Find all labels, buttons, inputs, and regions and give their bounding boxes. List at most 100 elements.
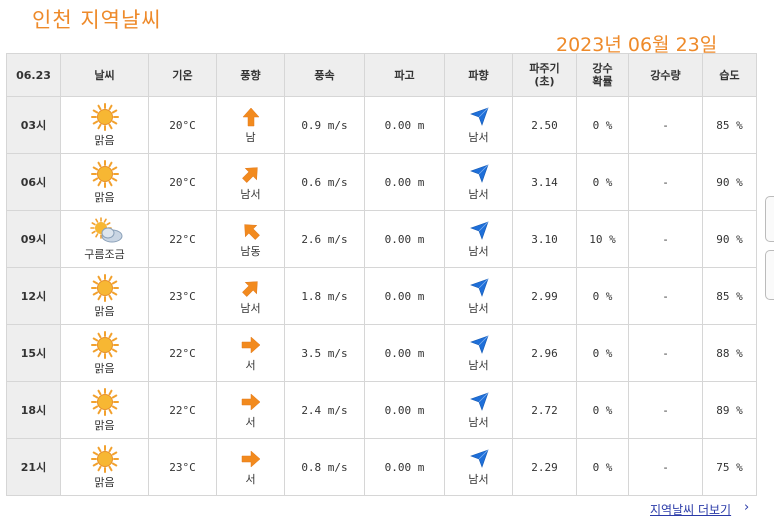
sun-icon	[90, 387, 120, 416]
column-header: 06.23	[6, 53, 61, 97]
sun-icon	[90, 159, 120, 188]
wind-speed-cell: 0.9 m/s	[284, 96, 365, 154]
wind-direction-cell: 남	[216, 96, 285, 154]
temperature-cell: 20°C	[148, 96, 217, 154]
wave-direction-arrow-icon	[468, 277, 490, 299]
more-regional-weather-link[interactable]: 지역날씨 더보기	[650, 501, 731, 518]
wave-direction-label: 남서	[468, 244, 489, 258]
time-cell: 09시	[6, 210, 61, 268]
precip-probability-cell: 0 %	[576, 324, 629, 382]
wave-direction-label: 남서	[468, 358, 489, 372]
humidity-cell: 90 %	[702, 153, 757, 211]
weather-label: 맑음	[94, 361, 115, 375]
humidity-cell: 88 %	[702, 324, 757, 382]
wave-period-cell: 2.99	[512, 267, 577, 325]
wind-direction-cell: 남동	[216, 210, 285, 268]
temperature-cell: 22°C	[148, 381, 217, 439]
wave-direction-cell: 남서	[444, 210, 513, 268]
table-row: 03시 맑음 20°C 남 0.9 m/s 0.00 m 남서 2.50 0 %…	[6, 96, 757, 154]
chevron-right-icon: ›	[744, 500, 750, 515]
wave-direction-label: 남서	[468, 415, 489, 429]
weather-table: 06.23 날씨 기온 풍향 풍속 파고 파향 파주기 (초) 강수 확률 강수량 습도 03시 맑음 …	[6, 53, 757, 496]
wave-height-cell: 0.00 m	[364, 210, 445, 268]
table-body: 03시 맑음 20°C 남 0.9 m/s 0.00 m 남서 2.50 0 %…	[6, 96, 757, 496]
weather-cell: 맑음	[60, 96, 149, 154]
precip-probability-cell: 0 %	[576, 381, 629, 439]
wind-direction-cell: 남서	[216, 153, 285, 211]
wave-period-cell: 3.14	[512, 153, 577, 211]
wave-height-cell: 0.00 m	[364, 438, 445, 496]
side-tab-handle[interactable]	[765, 196, 774, 242]
wind-speed-cell: 2.6 m/s	[284, 210, 365, 268]
wave-direction-cell: 남서	[444, 324, 513, 382]
partly-cloudy-icon	[89, 216, 122, 245]
wind-speed-cell: 1.8 m/s	[284, 267, 365, 325]
column-header: 풍향	[216, 53, 285, 97]
column-header: 기온	[148, 53, 217, 97]
table-row: 18시 맑음 22°C 서 2.4 m/s 0.00 m 남서 2.72 0 %…	[6, 381, 757, 439]
humidity-cell: 85 %	[702, 267, 757, 325]
precip-probability-cell: 0 %	[576, 438, 629, 496]
weather-label: 맑음	[94, 133, 115, 147]
arrow-up-right-icon	[240, 277, 262, 299]
humidity-cell: 89 %	[702, 381, 757, 439]
column-header: 강수량	[628, 53, 703, 97]
wind-speed-cell: 0.8 m/s	[284, 438, 365, 496]
temperature-cell: 20°C	[148, 153, 217, 211]
weather-label: 맑음	[94, 190, 115, 204]
wind-direction-cell: 서	[216, 324, 285, 382]
column-header: 파향	[444, 53, 513, 97]
weather-cell: 맑음	[60, 381, 149, 439]
precipitation-cell: -	[628, 210, 703, 268]
precipitation-cell: -	[628, 438, 703, 496]
wave-period-cell: 2.50	[512, 96, 577, 154]
column-header: 강수 확률	[576, 53, 629, 97]
wave-period-cell: 2.72	[512, 381, 577, 439]
side-tab-handle[interactable]	[765, 250, 774, 300]
arrow-right-icon	[240, 334, 262, 356]
wave-direction-arrow-icon	[468, 448, 490, 470]
weather-label: 맑음	[94, 475, 115, 489]
precip-probability-cell: 0 %	[576, 153, 629, 211]
wave-direction-arrow-icon	[468, 391, 490, 413]
sun-icon	[90, 273, 120, 302]
wind-direction-label: 남	[245, 130, 256, 144]
wave-direction-cell: 남서	[444, 153, 513, 211]
wave-period-cell: 2.96	[512, 324, 577, 382]
column-header: 풍속	[284, 53, 365, 97]
wind-direction-label: 남서	[240, 187, 261, 201]
wave-period-cell: 2.29	[512, 438, 577, 496]
precipitation-cell: -	[628, 324, 703, 382]
sun-icon	[90, 102, 120, 131]
humidity-cell: 90 %	[702, 210, 757, 268]
sun-icon	[90, 330, 120, 359]
wave-direction-label: 남서	[468, 472, 489, 486]
weather-cell: 맑음	[60, 267, 149, 325]
wind-direction-cell: 남서	[216, 267, 285, 325]
table-header-row: 06.23 날씨 기온 풍향 풍속 파고 파향 파주기 (초) 강수 확률 강수량 습도	[6, 53, 757, 97]
arrow-up-icon	[240, 106, 262, 128]
wind-direction-cell: 서	[216, 438, 285, 496]
precipitation-cell: -	[628, 153, 703, 211]
precipitation-cell: -	[628, 267, 703, 325]
wind-speed-cell: 0.6 m/s	[284, 153, 365, 211]
wave-height-cell: 0.00 m	[364, 153, 445, 211]
precip-probability-cell: 10 %	[576, 210, 629, 268]
time-cell: 12시	[6, 267, 61, 325]
table-row: 15시 맑음 22°C 서 3.5 m/s 0.00 m 남서 2.96 0 %…	[6, 324, 757, 382]
table-row: 09시 구름조금 22°C 남동 2.6 m/s 0.00 m 남서 3.10 …	[6, 210, 757, 268]
wave-direction-arrow-icon	[468, 106, 490, 128]
weather-label: 맑음	[94, 418, 115, 432]
time-cell: 21시	[6, 438, 61, 496]
arrow-up-right-icon	[240, 163, 262, 185]
wave-direction-cell: 남서	[444, 267, 513, 325]
wave-direction-arrow-icon	[468, 334, 490, 356]
wind-direction-label: 남서	[240, 301, 261, 315]
weather-cell: 맑음	[60, 324, 149, 382]
temperature-cell: 23°C	[148, 438, 217, 496]
precip-probability-cell: 0 %	[576, 267, 629, 325]
wave-direction-arrow-icon	[468, 220, 490, 242]
precipitation-cell: -	[628, 381, 703, 439]
weather-cell: 맑음	[60, 153, 149, 211]
sun-icon	[90, 444, 120, 473]
